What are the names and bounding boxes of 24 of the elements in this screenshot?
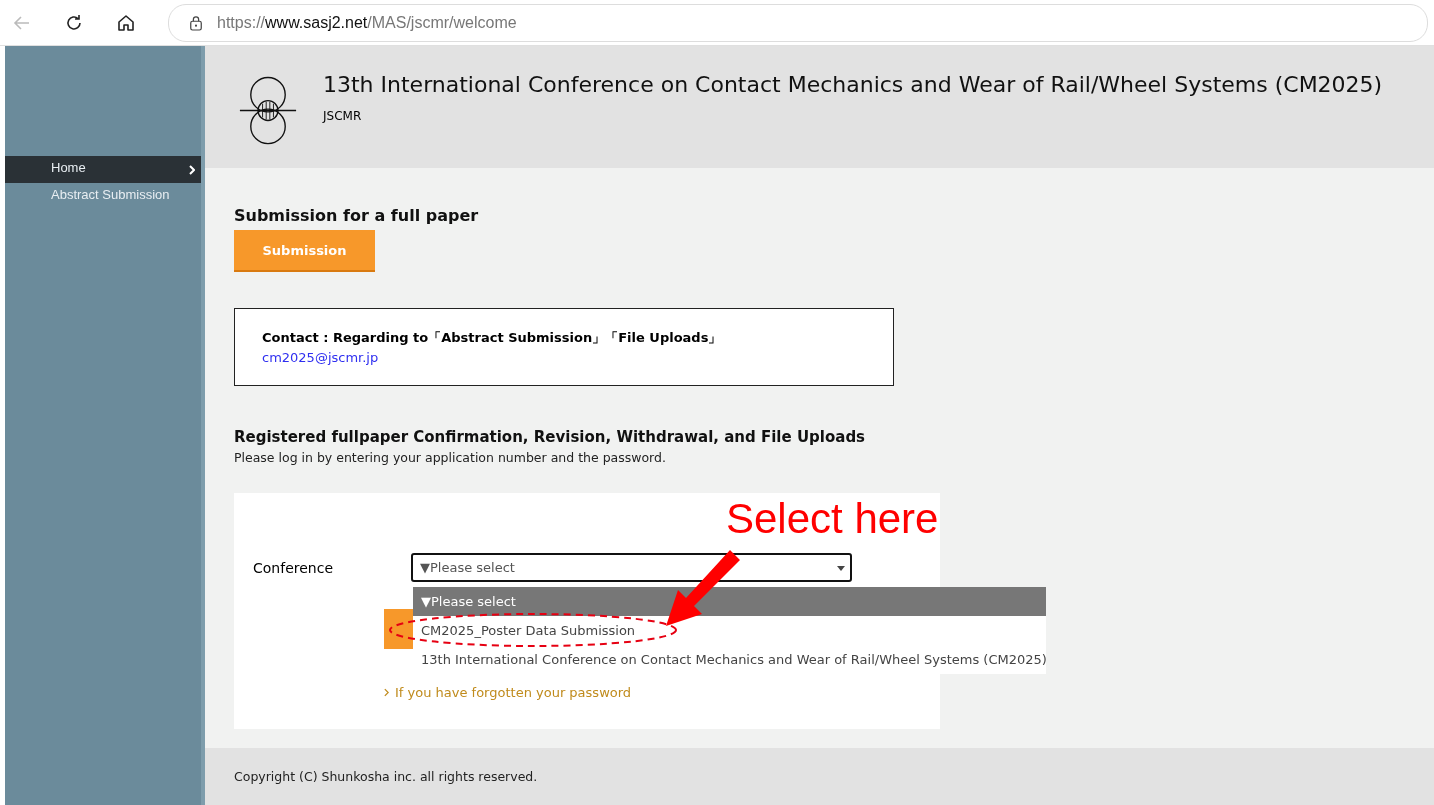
home-icon[interactable] — [116, 12, 136, 33]
email-link[interactable]: cm2025@jscmr.jp — [262, 350, 893, 365]
dropdown-option[interactable]: CM2025_Poster Data Submission — [413, 616, 1046, 645]
section-heading: Registered fullpaper Confirmation, Revision, Withdrawal, and File Uploads — [234, 428, 867, 446]
dropdown-option[interactable]: 13th International Conference on Contact Mechanics and Wear of Rail/Wheel Systems (CM2025) — [413, 645, 1046, 674]
url-text: https://www.sasj2.net/MAS/jscmr/welcome — [217, 13, 517, 32]
annotation-text: Select here — [726, 495, 939, 543]
logo-drawing — [239, 76, 297, 146]
contact-text: Contact : Regarding to「Abstract Submission」「File Uploads」 — [262, 329, 723, 347]
instruction-text: Please log in by entering your application number and the password. — [234, 450, 667, 465]
sidebar-item[interactable]: Home — [5, 156, 201, 183]
reload-icon[interactable] — [64, 12, 84, 33]
section-heading: Submission for a full paper — [234, 206, 480, 225]
address-bar[interactable]: https://www.sasj2.net/MAS/jscmr/welcome — [168, 3, 1428, 42]
organization-name: JSCMR — [323, 109, 363, 123]
lock-icon[interactable] — [189, 14, 203, 31]
conference-select[interactable]: ▼Please select — [411, 553, 852, 582]
copyright-text: Copyright (C) Shunkosha inc. all rights reserved. — [234, 769, 538, 784]
dropdown-option[interactable]: ▼Please select — [413, 587, 1046, 616]
chevron-icon — [384, 688, 389, 697]
field-label: Conference — [253, 559, 334, 576]
chevron-icon — [189, 165, 195, 175]
caret-icon — [837, 566, 845, 571]
conference-title: 13th International Conference on Contact Mechanics and Wear of Rail/Wheel Systems (CM2025) — [323, 72, 1383, 97]
